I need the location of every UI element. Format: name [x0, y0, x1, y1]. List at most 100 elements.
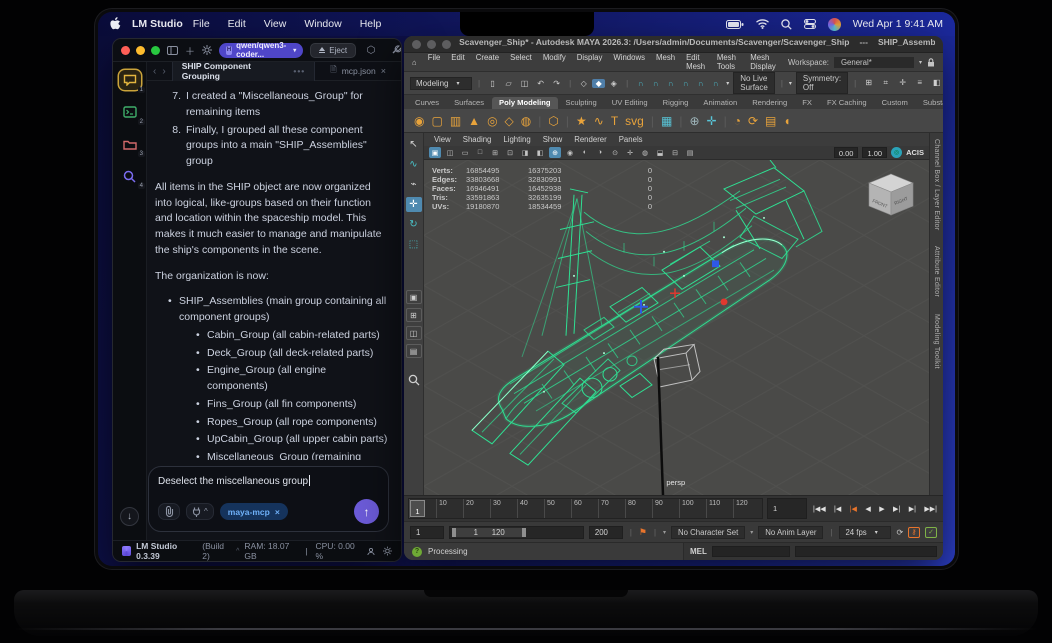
chevron-up-icon[interactable]: ^	[236, 548, 239, 555]
live-surface-field[interactable]: No Live Surface	[733, 72, 775, 94]
booleans-icon[interactable]: ▤	[765, 115, 776, 127]
mirror-icon[interactable]: ⟳	[748, 115, 758, 127]
shelf-tab[interactable]: Rendering	[745, 97, 794, 109]
share-icon[interactable]: ⬡	[363, 43, 379, 57]
nav-back-icon[interactable]: ‹	[153, 66, 156, 77]
maya-menu-item[interactable]: Mesh	[656, 53, 675, 71]
quad-draw-icon[interactable]: ◔	[734, 115, 741, 127]
rail-my-models-tab[interactable]: 3	[119, 134, 145, 157]
chevron-down-icon[interactable]: ▾	[726, 80, 729, 87]
snap-plane-icon[interactable]: ∩	[694, 79, 707, 88]
isolate-select-icon[interactable]: ⊟	[669, 147, 681, 158]
camera-attrs-icon[interactable]: ▭	[459, 147, 471, 158]
step-back-key-button[interactable]: |◀	[850, 505, 857, 513]
dock-tab[interactable]: Attribute Editor	[933, 246, 940, 297]
scale-tool[interactable]: ⬚	[406, 237, 422, 252]
range-end-handle[interactable]	[522, 527, 527, 537]
go-to-end-button[interactable]: ▶▶|	[924, 505, 937, 513]
step-back-frame-button[interactable]: |◀	[834, 505, 841, 513]
mcp-plug-button[interactable]: ^	[186, 503, 214, 520]
snap-point-icon[interactable]: ∩	[664, 79, 677, 88]
multisample-icon[interactable]: ◍	[639, 147, 651, 158]
depth-peel-icon[interactable]: ⬓	[654, 147, 666, 158]
animation-end-field[interactable]: 200	[588, 525, 623, 539]
go-to-start-button[interactable]: |◀◀	[813, 505, 826, 513]
siri-icon[interactable]	[827, 17, 841, 31]
close-window-button[interactable]	[412, 39, 421, 49]
animation-start-field[interactable]: 1	[410, 525, 444, 539]
menubar-app-name[interactable]: LM Studio	[132, 18, 183, 30]
shelf-tab[interactable]: Sculpting	[559, 97, 604, 109]
textured-icon[interactable]: ◉	[564, 147, 576, 158]
wireframe-icon[interactable]: ◧	[534, 147, 546, 158]
poly-sphere-icon[interactable]: ◉	[414, 115, 424, 127]
ao-icon[interactable]: ⊙	[609, 147, 621, 158]
maya-menu-item[interactable]: Select	[510, 53, 532, 71]
maya-menu-item[interactable]: Windows	[613, 53, 645, 71]
select-camera-icon[interactable]: ▣	[429, 147, 441, 158]
anim-layer-selector[interactable]: No Anim Layer	[758, 525, 824, 539]
snap-surface-icon[interactable]: ∩	[709, 79, 722, 88]
menubar-clock[interactable]: Wed Apr 1 9:41 AM	[853, 18, 943, 30]
auto-key-icon[interactable]: ⚷	[908, 526, 920, 538]
panels-icon[interactable]	[167, 43, 178, 57]
tab-more-icon[interactable]: •••	[293, 66, 305, 76]
menubar-menu-item[interactable]: Edit	[228, 18, 246, 30]
workspace-value[interactable]: General*	[833, 56, 914, 68]
menubar-menu-item[interactable]: File	[193, 18, 210, 30]
send-message-button[interactable]: ↑	[354, 499, 379, 524]
zoom-window-button[interactable]	[151, 45, 160, 55]
shelf-divider[interactable]: |	[566, 115, 569, 127]
layout-four-pane[interactable]: ⊞	[405, 308, 422, 322]
snap-projected-icon[interactable]: ∩	[679, 79, 692, 88]
rail-discover-tab[interactable]: 4	[119, 166, 145, 189]
axis-icon[interactable]: ⊕	[689, 115, 699, 127]
eject-model-button[interactable]: Eject	[310, 42, 357, 58]
new-scene-icon[interactable]: ▯	[486, 79, 499, 88]
play-forwards-button[interactable]: ▶	[879, 505, 884, 513]
range-slider[interactable]: 1 120	[449, 525, 584, 539]
zoom-tool-icon[interactable]	[408, 374, 420, 386]
anim-prefs-icon[interactable]: ✓	[925, 526, 937, 538]
time-slider[interactable]: 0102030405060708090100110120 1 1 |◀◀|◀|◀…	[404, 495, 943, 521]
panel-menu-item[interactable]: Shading	[463, 135, 492, 144]
new-chat-icon[interactable]: ＋	[185, 43, 195, 58]
current-frame-field[interactable]: 1	[767, 498, 807, 519]
shelf-tab[interactable]: Curves	[408, 97, 446, 109]
layout-two-pane[interactable]: ◫	[405, 326, 422, 340]
apple-menu-icon[interactable]	[110, 17, 122, 31]
window-controls[interactable]	[121, 45, 160, 55]
rail-chat-tab[interactable]: 1	[118, 70, 145, 93]
shelf-divider[interactable]: |	[724, 115, 727, 127]
paint-effects-icon[interactable]: ◧	[930, 78, 943, 88]
construction-history-icon[interactable]: ⊞	[862, 78, 875, 88]
shelf-divider[interactable]: |	[538, 115, 541, 127]
chevron-down-icon[interactable]: ▾	[750, 529, 753, 536]
tab-mcp-json[interactable]: 🗎 mcp.json ×	[321, 62, 395, 81]
ipr-render-icon[interactable]: ✛	[896, 78, 909, 88]
bevel-icon[interactable]: ◖	[783, 115, 790, 127]
spotlight-search-icon[interactable]	[780, 18, 792, 30]
undo-icon[interactable]: ↶	[534, 79, 547, 88]
menubar-menu-item[interactable]: Window	[304, 18, 341, 30]
shadows-icon[interactable]: ◑	[594, 147, 606, 158]
chat-transcript[interactable]: 7. I created a "Miscellaneous_Group" for …	[147, 81, 401, 460]
select-object-icon[interactable]: ◆	[592, 78, 606, 88]
shelf-divider[interactable]: |	[651, 115, 654, 127]
image-plane-icon[interactable]: ⊞	[489, 147, 501, 158]
chevron-down-icon[interactable]: ▾	[663, 529, 666, 536]
chat-input[interactable]: Deselect the miscellaneous group	[158, 475, 379, 487]
remove-mcp-icon[interactable]: ×	[275, 507, 280, 517]
snap-grid-icon[interactable]: ∩	[634, 79, 647, 88]
maya-menu-item[interactable]: Mesh Display	[750, 53, 777, 71]
panel-menu-item[interactable]: Lighting	[503, 135, 530, 144]
rotate-tool[interactable]: ↻	[406, 217, 422, 232]
panel-menu-item[interactable]: Renderer	[574, 135, 607, 144]
shelf-tab[interactable]: FX	[795, 97, 819, 109]
perspective-viewport[interactable]: View Shading Lighting Show Renderer Panels ▣ ◫…	[424, 133, 929, 495]
menubar-menu-item[interactable]: Help	[360, 18, 382, 30]
poly-cylinder-icon[interactable]: ▥	[450, 115, 461, 127]
shelf-tab[interactable]: FX Caching	[820, 97, 874, 109]
shelf-tab[interactable]: Substance	[916, 97, 943, 109]
step-forward-key-button[interactable]: ▶|	[893, 505, 900, 513]
